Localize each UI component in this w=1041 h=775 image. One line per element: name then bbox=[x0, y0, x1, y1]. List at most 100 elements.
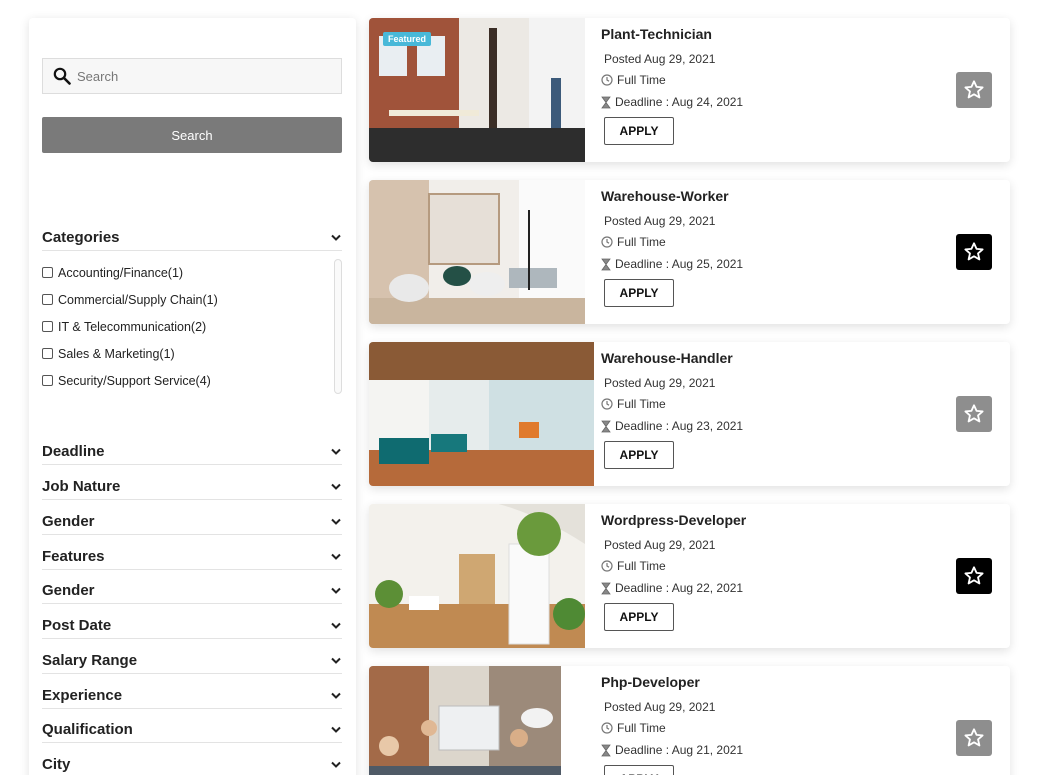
job-image[interactable] bbox=[369, 342, 594, 486]
chevron-down-icon bbox=[330, 551, 342, 563]
star-icon bbox=[964, 566, 984, 585]
chevron-down-icon bbox=[330, 759, 342, 771]
chevron-down-icon bbox=[330, 690, 342, 702]
filter-deadline[interactable]: Deadline bbox=[42, 439, 342, 465]
job-card: Featured Plant-Technician Posted Aug 29,… bbox=[369, 18, 1010, 162]
job-card: Php-Developer Posted Aug 29, 2021 Full T… bbox=[369, 666, 1010, 775]
category-label: Security/Support Service(4) bbox=[58, 373, 211, 388]
clock-icon bbox=[601, 74, 613, 86]
chevron-down-icon bbox=[330, 232, 342, 244]
job-posted-date: Posted Aug 29, 2021 bbox=[604, 52, 716, 66]
job-type: Full Time bbox=[617, 721, 666, 735]
job-type-row: Full Time bbox=[601, 559, 666, 573]
star-icon bbox=[964, 242, 984, 261]
filter-salary-range[interactable]: Salary Range bbox=[42, 648, 342, 674]
job-title[interactable]: Php-Developer bbox=[601, 674, 700, 690]
favorite-button[interactable] bbox=[956, 558, 992, 594]
categories-filter-toggle[interactable]: Categories bbox=[42, 225, 342, 251]
favorite-button[interactable] bbox=[956, 72, 992, 108]
job-type: Full Time bbox=[617, 397, 666, 411]
category-checkbox[interactable] bbox=[42, 348, 53, 359]
search-input[interactable] bbox=[75, 61, 335, 91]
job-deadline-row: Deadline : Aug 24, 2021 bbox=[601, 95, 743, 109]
category-checkbox[interactable] bbox=[42, 267, 53, 278]
job-image[interactable] bbox=[369, 504, 585, 648]
favorite-button[interactable] bbox=[956, 396, 992, 432]
hourglass-icon bbox=[601, 582, 611, 594]
categories-scrollbar[interactable] bbox=[334, 259, 342, 394]
apply-button[interactable]: APPLY bbox=[604, 765, 674, 775]
job-card: Warehouse-Handler Posted Aug 29, 2021 Fu… bbox=[369, 342, 1010, 486]
filter-label: Deadline bbox=[42, 443, 105, 460]
filter-gender[interactable]: Gender bbox=[42, 509, 342, 535]
featured-badge: Featured bbox=[383, 32, 432, 46]
category-item[interactable]: Accounting/Finance(1) bbox=[42, 259, 342, 286]
chevron-down-icon bbox=[330, 585, 342, 597]
job-posted-date: Posted Aug 29, 2021 bbox=[604, 538, 716, 552]
filter-label: Features bbox=[42, 548, 105, 565]
job-title[interactable]: Plant-Technician bbox=[601, 26, 712, 42]
star-icon bbox=[964, 728, 984, 747]
category-checkbox[interactable] bbox=[42, 294, 53, 305]
hourglass-icon bbox=[601, 258, 611, 270]
job-type-row: Full Time bbox=[601, 721, 666, 735]
apply-button[interactable]: APPLY bbox=[604, 117, 674, 145]
category-item[interactable]: IT & Telecommunication(2) bbox=[42, 313, 342, 340]
clock-icon bbox=[601, 398, 613, 410]
job-posted-date: Posted Aug 29, 2021 bbox=[604, 376, 716, 390]
job-deadline: Deadline : Aug 21, 2021 bbox=[615, 743, 744, 757]
filter-experience[interactable]: Experience bbox=[42, 683, 342, 709]
filter-label: Qualification bbox=[42, 721, 133, 738]
job-deadline-row: Deadline : Aug 22, 2021 bbox=[601, 581, 743, 595]
apply-button[interactable]: APPLY bbox=[604, 441, 674, 469]
job-deadline: Deadline : Aug 22, 2021 bbox=[615, 581, 744, 595]
apply-button[interactable]: APPLY bbox=[604, 603, 674, 631]
search-button[interactable]: Search bbox=[42, 117, 342, 153]
category-label: Sales & Marketing(1) bbox=[58, 346, 175, 361]
job-card: Warehouse-Worker Posted Aug 29, 2021 Ful… bbox=[369, 180, 1010, 324]
chevron-down-icon bbox=[330, 655, 342, 667]
job-deadline-row: Deadline : Aug 23, 2021 bbox=[601, 419, 743, 433]
clock-icon bbox=[601, 722, 613, 734]
categories-list: Accounting/Finance(1) Commercial/Supply … bbox=[42, 259, 342, 394]
hourglass-icon bbox=[601, 420, 611, 432]
job-deadline: Deadline : Aug 24, 2021 bbox=[615, 95, 744, 109]
job-image[interactable] bbox=[369, 666, 561, 775]
job-type: Full Time bbox=[617, 559, 666, 573]
filter-job-nature[interactable]: Job Nature bbox=[42, 474, 342, 500]
clock-icon bbox=[601, 236, 613, 248]
hourglass-icon bbox=[601, 744, 611, 756]
job-title[interactable]: Warehouse-Handler bbox=[601, 350, 733, 366]
category-item[interactable]: Security/Support Service(4) bbox=[42, 367, 342, 394]
job-deadline: Deadline : Aug 23, 2021 bbox=[615, 419, 744, 433]
filter-gender-2[interactable]: Gender bbox=[42, 578, 342, 604]
job-type: Full Time bbox=[617, 235, 666, 249]
favorite-button[interactable] bbox=[956, 234, 992, 270]
job-title[interactable]: Wordpress-Developer bbox=[601, 512, 746, 528]
job-deadline-row: Deadline : Aug 21, 2021 bbox=[601, 743, 743, 757]
favorite-button[interactable] bbox=[956, 720, 992, 756]
job-image[interactable] bbox=[369, 180, 585, 324]
categories-title: Categories bbox=[42, 229, 120, 246]
job-image[interactable]: Featured bbox=[369, 18, 585, 162]
category-item[interactable]: Commercial/Supply Chain(1) bbox=[42, 286, 342, 313]
filter-label: Experience bbox=[42, 687, 123, 704]
apply-button[interactable]: APPLY bbox=[604, 279, 674, 307]
job-type-row: Full Time bbox=[601, 235, 666, 249]
category-checkbox[interactable] bbox=[42, 375, 53, 386]
search-field[interactable] bbox=[42, 58, 342, 94]
filter-label: City bbox=[42, 756, 71, 773]
filter-label: Salary Range bbox=[42, 652, 138, 669]
category-checkbox[interactable] bbox=[42, 321, 53, 332]
category-label: IT & Telecommunication(2) bbox=[58, 319, 207, 334]
filter-qualification[interactable]: Qualification bbox=[42, 717, 342, 743]
job-card: Wordpress-Developer Posted Aug 29, 2021 … bbox=[369, 504, 1010, 648]
filter-city[interactable]: City bbox=[42, 752, 342, 775]
filter-post-date[interactable]: Post Date bbox=[42, 613, 342, 639]
chevron-down-icon bbox=[330, 724, 342, 736]
category-item[interactable]: Sales & Marketing(1) bbox=[42, 340, 342, 367]
job-type: Full Time bbox=[617, 73, 666, 87]
filter-features[interactable]: Features bbox=[42, 544, 342, 570]
job-posted-date: Posted Aug 29, 2021 bbox=[604, 214, 716, 228]
job-title[interactable]: Warehouse-Worker bbox=[601, 188, 729, 204]
